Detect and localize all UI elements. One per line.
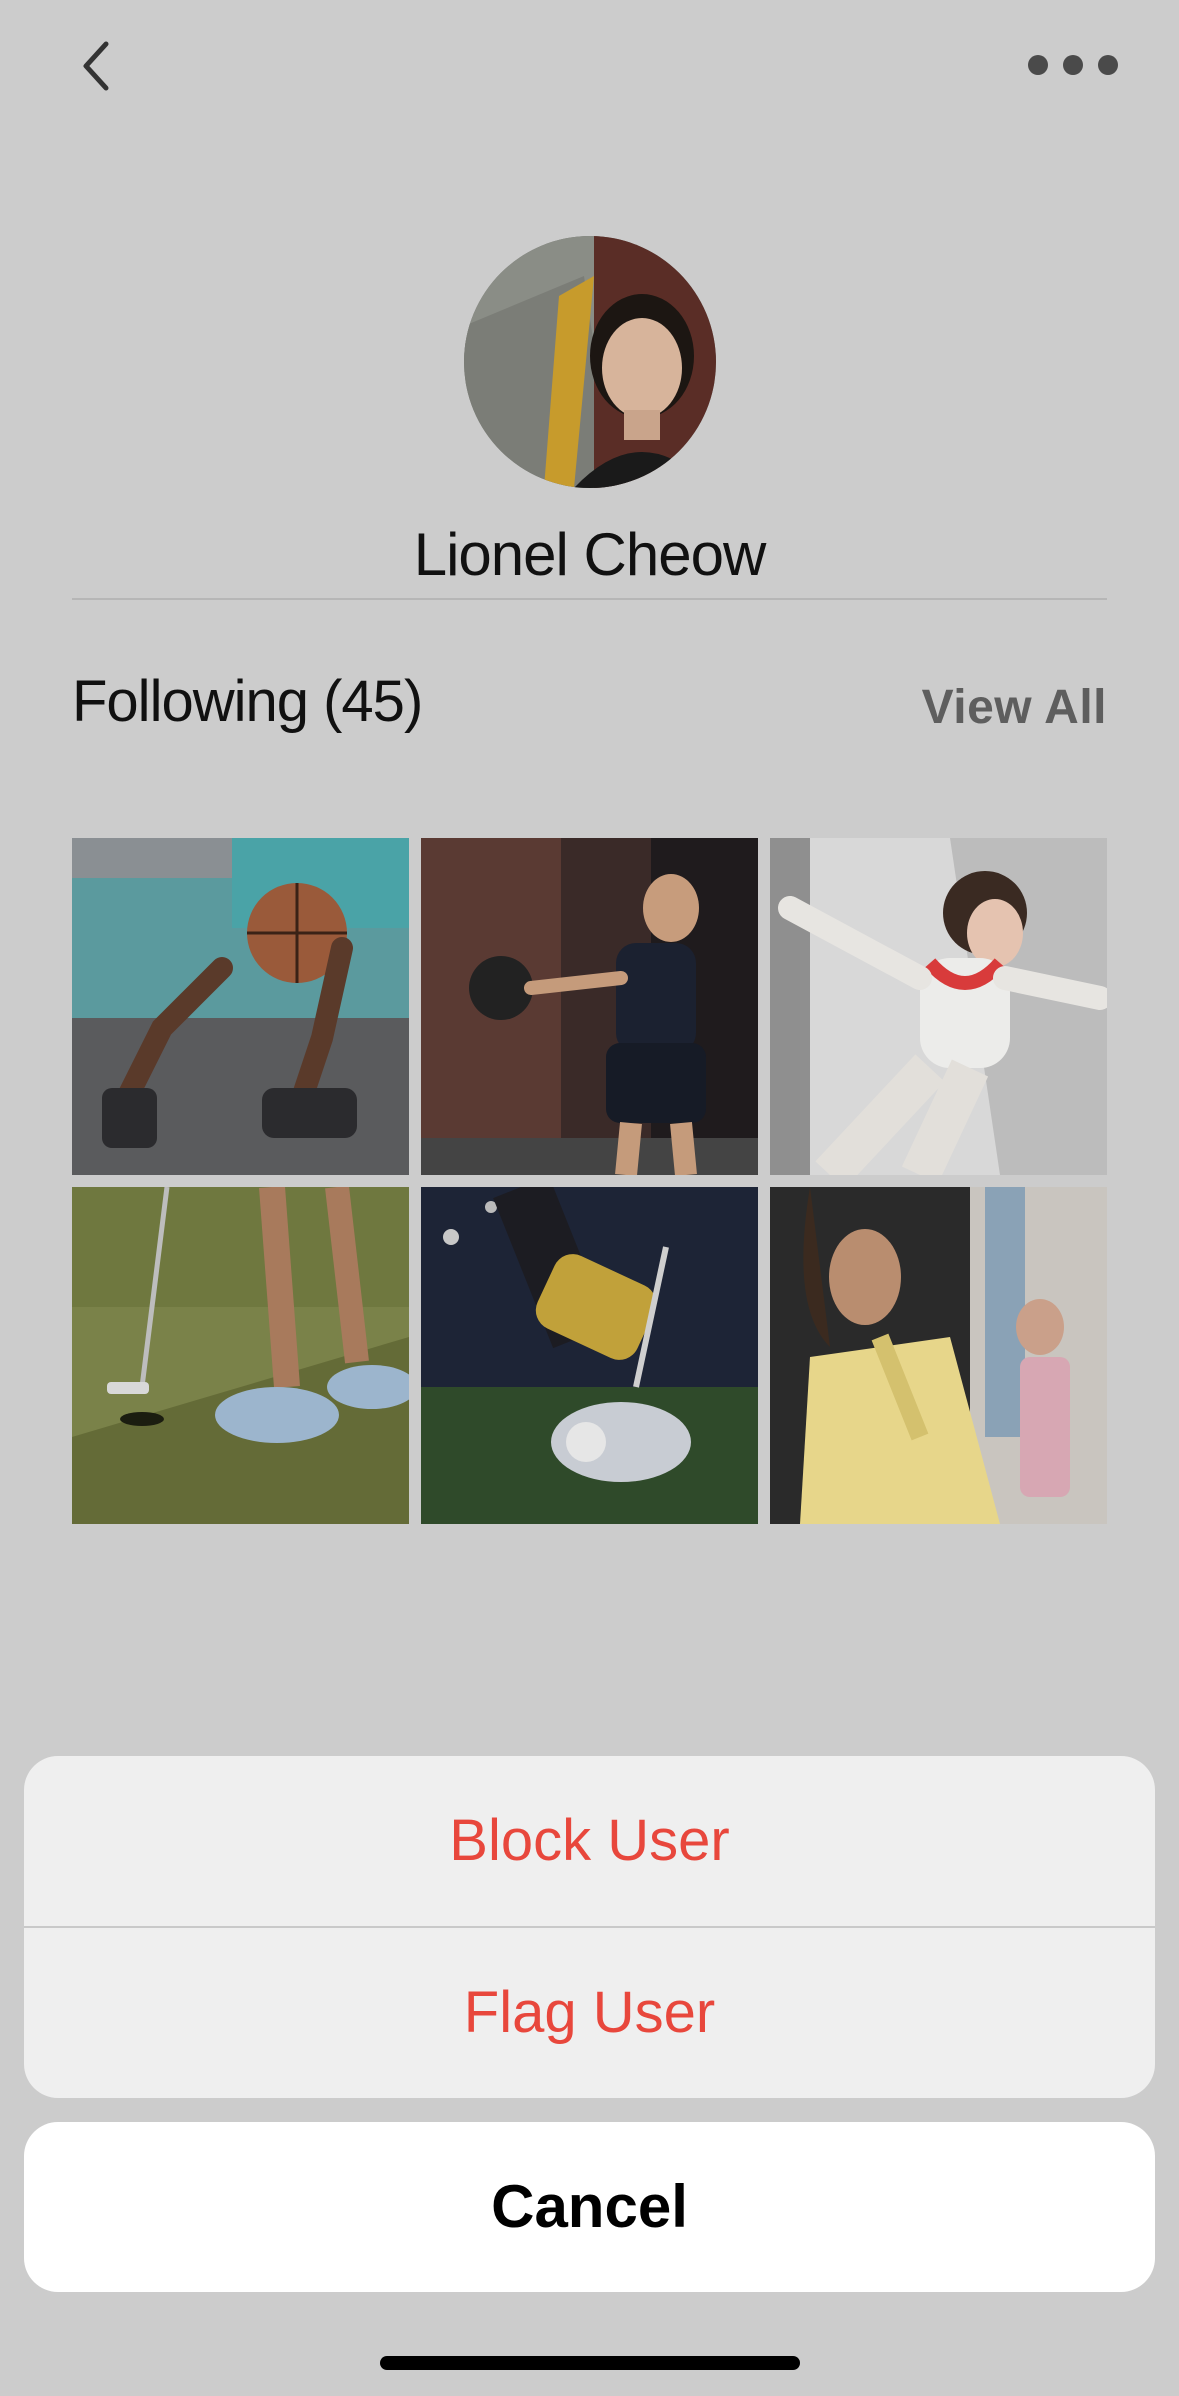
following-tile-lacrosse[interactable]: [421, 1187, 758, 1524]
view-all-link[interactable]: View All: [922, 680, 1107, 735]
following-tile-yellow-jacket[interactable]: [770, 1187, 1107, 1524]
profile-name: Lionel Cheow: [413, 521, 767, 588]
following-tile-golf[interactable]: [72, 1187, 409, 1524]
following-tile-basketball[interactable]: [72, 838, 409, 1175]
home-indicator[interactable]: [380, 2356, 800, 2370]
action-sheet: Block User Flag User: [24, 1756, 1155, 2098]
following-tile-dancer[interactable]: [770, 838, 1107, 1175]
following-tile-kettlebell[interactable]: [421, 838, 758, 1175]
avatar: [464, 236, 716, 488]
divider: [72, 598, 1107, 600]
block-user-button[interactable]: Block User: [24, 1756, 1155, 1926]
cancel-button[interactable]: Cancel: [24, 2122, 1155, 2292]
following-title: Following (45): [72, 669, 423, 734]
ellipsis-icon: [1028, 55, 1048, 75]
chevron-left-icon: [83, 41, 109, 91]
following-grid: [72, 838, 1107, 1524]
ellipsis-dot: [1098, 55, 1118, 75]
back-button[interactable]: [72, 36, 122, 96]
more-options-button[interactable]: [1020, 48, 1130, 82]
ellipsis-dot: [1063, 55, 1083, 75]
flag-user-button[interactable]: Flag User: [24, 1928, 1155, 2098]
